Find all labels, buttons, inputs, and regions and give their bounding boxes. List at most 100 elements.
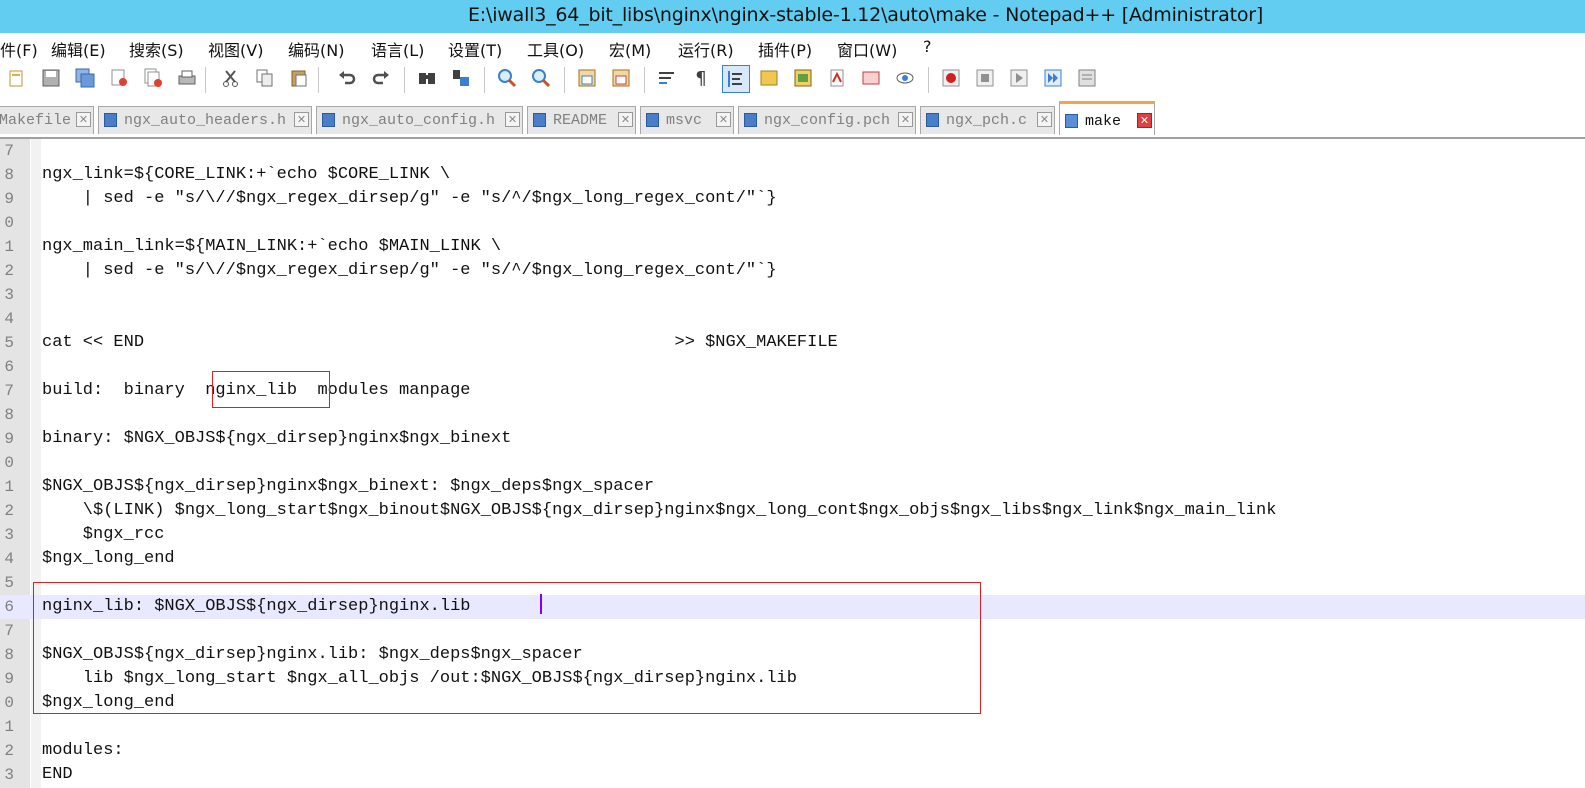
line-number: 0	[4, 454, 14, 472]
menu-language[interactable]: 语言(L)	[371, 37, 424, 61]
menu-encoding[interactable]: 编码(N)	[288, 37, 344, 61]
code-text: \$(LINK) $ngx_long_start$ngx_binout$NGX_…	[42, 501, 1277, 520]
new-file-icon[interactable]	[6, 67, 28, 89]
sync-h-icon[interactable]	[610, 67, 632, 89]
menu-macro[interactable]: 宏(M)	[609, 37, 651, 61]
redo-icon[interactable]	[370, 67, 392, 89]
close-icon[interactable]: ✕	[505, 112, 520, 127]
cut-icon[interactable]	[220, 67, 242, 89]
tab-makefile[interactable]: Makefile ✕	[0, 106, 94, 134]
stop-macro-icon[interactable]	[974, 67, 996, 89]
folder-workspace-icon[interactable]	[826, 67, 848, 89]
code-line[interactable]: 4 $ngx_long_end	[0, 547, 1585, 571]
tab-label: ngx_config.pch	[764, 112, 891, 129]
menu-bar: 件(F) 编辑(E) 搜索(S) 视图(V) 编码(N) 语言(L) 设置(T)…	[0, 33, 1585, 61]
code-line[interactable]: 9 binary: $NGX_OBJS${ngx_dirsep}nginx$ngx…	[0, 427, 1585, 451]
indent-guide-icon[interactable]	[722, 65, 750, 93]
line-number: 5	[4, 334, 14, 352]
menu-file[interactable]: 件(F)	[0, 37, 38, 61]
function-list-icon[interactable]	[792, 67, 814, 89]
print-icon[interactable]	[176, 67, 198, 89]
tab-make[interactable]: make ✕	[1059, 101, 1155, 135]
code-line[interactable]: 1 $NGX_OBJS${ngx_dirsep}nginx$ngx_binext:…	[0, 475, 1585, 499]
tab-ngx-pch-c[interactable]: ngx_pch.c ✕	[920, 106, 1055, 134]
monitor-icon[interactable]	[860, 67, 882, 89]
code-line[interactable]: 2 \$(LINK) $ngx_long_start$ngx_binout$NG…	[0, 499, 1585, 523]
play-macro-icon[interactable]	[1008, 67, 1030, 89]
code-line[interactable]: 2 | sed -e "s/\//$ngx_regex_dirsep/g" -e…	[0, 259, 1585, 283]
menu-search[interactable]: 搜索(S)	[129, 37, 184, 61]
line-number: 4	[4, 310, 14, 328]
code-line[interactable]: 7	[0, 139, 1585, 163]
tab-label: msvc	[666, 112, 703, 129]
replace-icon[interactable]	[450, 67, 472, 89]
run-macro-multiple-icon[interactable]	[1042, 67, 1064, 89]
code-line[interactable]: 0	[0, 211, 1585, 235]
close-icon[interactable]: ✕	[1137, 113, 1152, 128]
line-number: 6	[4, 598, 14, 616]
copy-icon[interactable]	[254, 67, 276, 89]
menu-edit[interactable]: 编辑(E)	[51, 37, 106, 61]
line-number: 6	[4, 358, 14, 376]
eye-icon[interactable]	[894, 67, 916, 89]
line-number: 7	[4, 142, 14, 160]
code-text: | sed -e "s/\//$ngx_regex_dirsep/g" -e "…	[42, 261, 777, 280]
line-number: 1	[4, 238, 14, 256]
code-line[interactable]: 1 ngx_main_link=${MAIN_LINK:+`echo $MAIN_…	[0, 235, 1585, 259]
line-number: 7	[4, 622, 14, 640]
toolbar-separator	[928, 67, 929, 93]
code-line[interactable]: 2 modules:	[0, 739, 1585, 763]
save-icon[interactable]	[40, 67, 62, 89]
close-icon[interactable]: ✕	[294, 112, 309, 127]
close-icon[interactable]: ✕	[76, 112, 91, 127]
close-icon[interactable]	[108, 67, 130, 89]
tab-msvc[interactable]: msvc ✕	[640, 106, 734, 134]
code-line[interactable]: 0	[0, 451, 1585, 475]
code-line[interactable]: 3	[0, 283, 1585, 307]
save-macro-icon[interactable]	[1076, 67, 1098, 89]
close-icon[interactable]: ✕	[618, 112, 633, 127]
paste-icon[interactable]	[288, 67, 310, 89]
menu-help[interactable]: ?	[923, 37, 932, 56]
tab-ngx-auto-config[interactable]: ngx_auto_config.h ✕	[316, 106, 523, 134]
file-icon	[322, 113, 335, 127]
close-icon[interactable]: ✕	[898, 112, 913, 127]
close-icon[interactable]: ✕	[716, 112, 731, 127]
menu-run[interactable]: 运行(R)	[678, 37, 734, 61]
code-line[interactable]: 8 ngx_link=${CORE_LINK:+`echo $CORE_LINK …	[0, 163, 1585, 187]
show-all-chars-icon[interactable]: ¶	[690, 67, 712, 89]
line-number: 9	[4, 670, 14, 688]
word-wrap-icon[interactable]	[656, 67, 678, 89]
tab-ngx-auto-headers[interactable]: ngx_auto_headers.h ✕	[98, 106, 312, 134]
find-icon[interactable]	[416, 67, 438, 89]
title-bar[interactable]: E:\iwall3_64_bit_libs\nginx\nginx-stable…	[0, 0, 1585, 33]
code-line[interactable]: 5 cat << END >> $NGX_MAKEFILE	[0, 331, 1585, 355]
record-macro-icon[interactable]	[940, 67, 962, 89]
menu-window[interactable]: 窗口(W)	[837, 37, 897, 61]
close-all-icon[interactable]	[142, 67, 164, 89]
zoom-in-icon[interactable]	[496, 67, 518, 89]
code-line[interactable]: 4	[0, 307, 1585, 331]
line-number: 3	[4, 766, 14, 784]
code-text: $ngx_long_end	[42, 549, 175, 568]
code-text: modules:	[42, 741, 124, 760]
menu-settings[interactable]: 设置(T)	[448, 37, 502, 61]
save-all-icon[interactable]	[74, 67, 96, 89]
zoom-out-icon[interactable]	[530, 67, 552, 89]
line-number: 2	[4, 262, 14, 280]
doc-map-icon[interactable]	[758, 67, 780, 89]
tab-ngx-config-pch[interactable]: ngx_config.pch ✕	[738, 106, 916, 134]
undo-icon[interactable]	[336, 67, 358, 89]
code-line[interactable]: 3 END	[0, 763, 1585, 787]
tab-readme[interactable]: README ✕	[527, 106, 636, 134]
line-number: 1	[4, 718, 14, 736]
menu-tools[interactable]: 工具(O)	[527, 37, 584, 61]
code-line[interactable]: 3 $ngx_rcc	[0, 523, 1585, 547]
menu-plugins[interactable]: 插件(P)	[758, 37, 812, 61]
code-line[interactable]: 1	[0, 715, 1585, 739]
code-text: $NGX_OBJS${ngx_dirsep}nginx$ngx_binext: …	[42, 477, 655, 496]
close-icon[interactable]: ✕	[1037, 112, 1052, 127]
code-line[interactable]: 9 | sed -e "s/\//$ngx_regex_dirsep/g" -e…	[0, 187, 1585, 211]
menu-view[interactable]: 视图(V)	[208, 37, 263, 61]
sync-v-icon[interactable]	[576, 67, 598, 89]
